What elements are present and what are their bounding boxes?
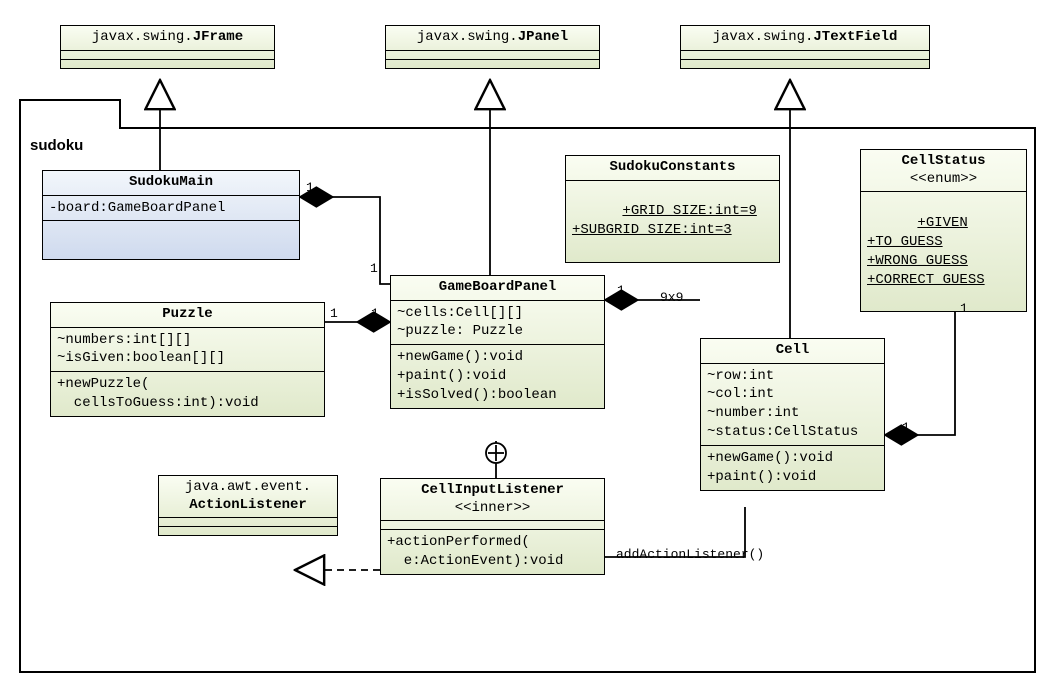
op: +isSolved():boolean xyxy=(397,387,557,403)
class-name: JTextField xyxy=(813,29,897,45)
op: +actionPerformed( xyxy=(387,534,530,550)
enum-literal: +TO_GUESS xyxy=(867,234,943,250)
attr: ~numbers:int[][] xyxy=(57,332,191,348)
stereotype: <<enum>> xyxy=(910,171,977,187)
op: +newGame():void xyxy=(397,349,523,365)
op: +paint():void xyxy=(707,469,816,485)
class-sudokuconstants: SudokuConstants +GRID_SIZE:int=9 +SUBGRID… xyxy=(565,155,780,263)
mult-label: 1 xyxy=(370,261,378,276)
mult-label: 1 xyxy=(330,306,338,321)
attr: ~number:int xyxy=(707,405,799,421)
class-name: SudokuConstants xyxy=(609,159,735,175)
op: +newGame():void xyxy=(707,450,833,466)
class-name: CellInputListener xyxy=(421,482,564,498)
attr: +GRID_SIZE:int=9 xyxy=(622,203,756,219)
class-puzzle: Puzzle ~numbers:int[][] ~isGiven:boolean… xyxy=(50,302,325,417)
mult-label: 9x9 xyxy=(660,290,683,305)
class-name: ActionListener xyxy=(189,497,307,513)
class-name: JPanel xyxy=(518,29,568,45)
stereotype: <<inner>> xyxy=(455,500,531,516)
mult-label: 1 xyxy=(306,180,314,195)
class-cellinputlistener: CellInputListener <<inner>> +actionPerfo… xyxy=(380,478,605,575)
attr: ~col:int xyxy=(707,386,774,402)
attr: ~puzzle: Puzzle xyxy=(397,323,523,339)
class-cellstatus: CellStatus <<enum>> +GIVEN +TO_GUESS +WRON… xyxy=(860,149,1027,312)
class-name: JFrame xyxy=(193,29,243,45)
class-pkg: java.awt.event. xyxy=(185,479,311,495)
mult-label: 1 xyxy=(617,283,625,298)
enum-literal: +WRONG_GUESS xyxy=(867,253,968,269)
class-jpanel: javax.swing.JPanel xyxy=(385,25,600,69)
attr: ~status:CellStatus xyxy=(707,424,858,440)
class-jtextfield: javax.swing.JTextField xyxy=(680,25,930,69)
class-name: SudokuMain xyxy=(129,174,213,190)
package-name: sudoku xyxy=(30,137,83,154)
enum-literal: +GIVEN xyxy=(917,215,967,231)
op: e:ActionEvent):void xyxy=(387,553,563,569)
class-pkg: javax.swing. xyxy=(713,29,814,45)
attr: ~cells:Cell[][] xyxy=(397,305,523,321)
class-cell: Cell ~row:int ~col:int ~number:int ~stat… xyxy=(700,338,885,491)
class-name: Puzzle xyxy=(162,306,212,322)
mult-label: 1 xyxy=(902,420,910,435)
mult-label: 1 xyxy=(960,301,968,316)
class-jframe: javax.swing.JFrame xyxy=(60,25,275,69)
attr: ~row:int xyxy=(707,368,774,384)
enum-literal: +CORRECT_GUESS xyxy=(867,272,985,288)
attr: ~isGiven:boolean[][] xyxy=(57,350,225,366)
op: +paint():void xyxy=(397,368,506,384)
mult-label: 1 xyxy=(371,306,379,321)
attr: -board:GameBoardPanel xyxy=(49,200,225,216)
class-gameboardpanel: GameBoardPanel ~cells:Cell[][] ~puzzle: … xyxy=(390,275,605,409)
class-actionlistener: java.awt.event. ActionListener xyxy=(158,475,338,536)
class-pkg: javax.swing. xyxy=(92,29,193,45)
class-name: CellStatus xyxy=(901,153,985,169)
attr: +SUBGRID_SIZE:int=3 xyxy=(572,222,732,238)
op: cellsToGuess:int):void xyxy=(57,395,259,411)
class-name: GameBoardPanel xyxy=(439,279,557,295)
class-sudokumain: SudokuMain -board:GameBoardPanel xyxy=(42,170,300,260)
class-name: Cell xyxy=(776,342,810,358)
class-pkg: javax.swing. xyxy=(417,29,518,45)
op: +newPuzzle( xyxy=(57,376,149,392)
assoc-label: addActionListener() xyxy=(616,547,764,562)
